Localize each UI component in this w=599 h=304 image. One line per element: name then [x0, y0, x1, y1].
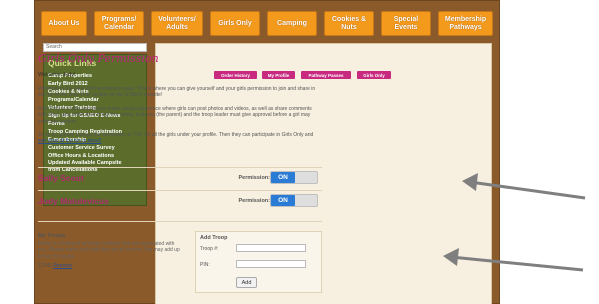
pathway-passes-button[interactable]: Pathway Passes [301, 71, 351, 79]
toggle-on-state: ON [271, 172, 295, 183]
add-troop-box: Add Troop Troop #: PIN: Add [195, 231, 322, 293]
nav-girls-only[interactable]: Girls Only [210, 11, 260, 36]
pin-label: PIN: [200, 262, 210, 268]
my-profile-button[interactable]: My Profile [262, 71, 295, 79]
nav-volunteers-adults[interactable]: Volunteers/ Adults [151, 11, 203, 36]
my-troops-text: Below is a listing of all troop numbers … [38, 241, 180, 260]
user-row-sally: Sally Scout Permission: ON [38, 170, 322, 185]
divider [38, 190, 322, 191]
quick-link-item[interactable]: Customer Service Survey [48, 144, 142, 152]
nav-membership-pathways[interactable]: Membership Pathways [438, 11, 493, 36]
user-name: Judy Matulevicus [38, 196, 109, 206]
user-row-judy: Judy Matulevicus Permission: ON [38, 193, 322, 208]
divider [38, 167, 322, 168]
intro-paragraph: Welcome to the Girls Only permission pag… [38, 86, 316, 99]
troop-number-label: Troop #: [200, 246, 219, 252]
safety-paragraph: Girls Only is a safe and secure online s… [38, 106, 312, 125]
main-nav: About Us Programs/ Calendar Volunteers/ … [35, 11, 499, 36]
quick-link-item[interactable]: Office Hours & Locations [48, 152, 142, 160]
fun-link[interactable]: see what all the fun is about! [38, 138, 101, 144]
permission-label: Permission: [238, 175, 270, 181]
remove-troop-link[interactable]: Remove [53, 263, 72, 269]
pin-field[interactable] [236, 260, 306, 268]
instructions-paragraph: To do so, please change the permission t… [38, 132, 322, 145]
instructions-text: To do so, please change the permission t… [38, 132, 314, 138]
permission-toggle[interactable]: ON [270, 194, 318, 207]
nav-about-us[interactable]: About Us [41, 11, 87, 36]
user-name: Sally Scout [38, 173, 84, 183]
girls-only-button[interactable]: Girls Only [357, 71, 391, 79]
my-troops-section: My Troops Below is a listing of all troo… [38, 233, 183, 269]
permission-label: Permission: [238, 198, 270, 204]
troop-entry: 12345 Remove [38, 263, 183, 269]
toggle-on-state: ON [271, 195, 295, 206]
nav-programs-calendar[interactable]: Programs/ Calendar [94, 11, 144, 36]
order-history-button[interactable]: Order History [214, 71, 257, 79]
nav-cookies-nuts[interactable]: Cookies & Nuts [324, 11, 374, 36]
page-title: Girls Only Permission [38, 52, 159, 65]
my-troops-title: My Troops [38, 233, 66, 239]
search-input[interactable]: Search [43, 43, 147, 52]
add-troop-title: Add Troop [200, 235, 228, 241]
nav-camping[interactable]: Camping [267, 11, 317, 36]
nav-special-events[interactable]: Special Events [381, 11, 431, 36]
welcome-text: Welcome Judy! [38, 72, 76, 78]
troop-number-field[interactable] [236, 244, 306, 252]
troop-number: 12345 [38, 263, 52, 270]
divider [38, 221, 322, 222]
add-troop-button[interactable]: Add [236, 277, 257, 288]
permission-toggle[interactable]: ON [270, 171, 318, 184]
